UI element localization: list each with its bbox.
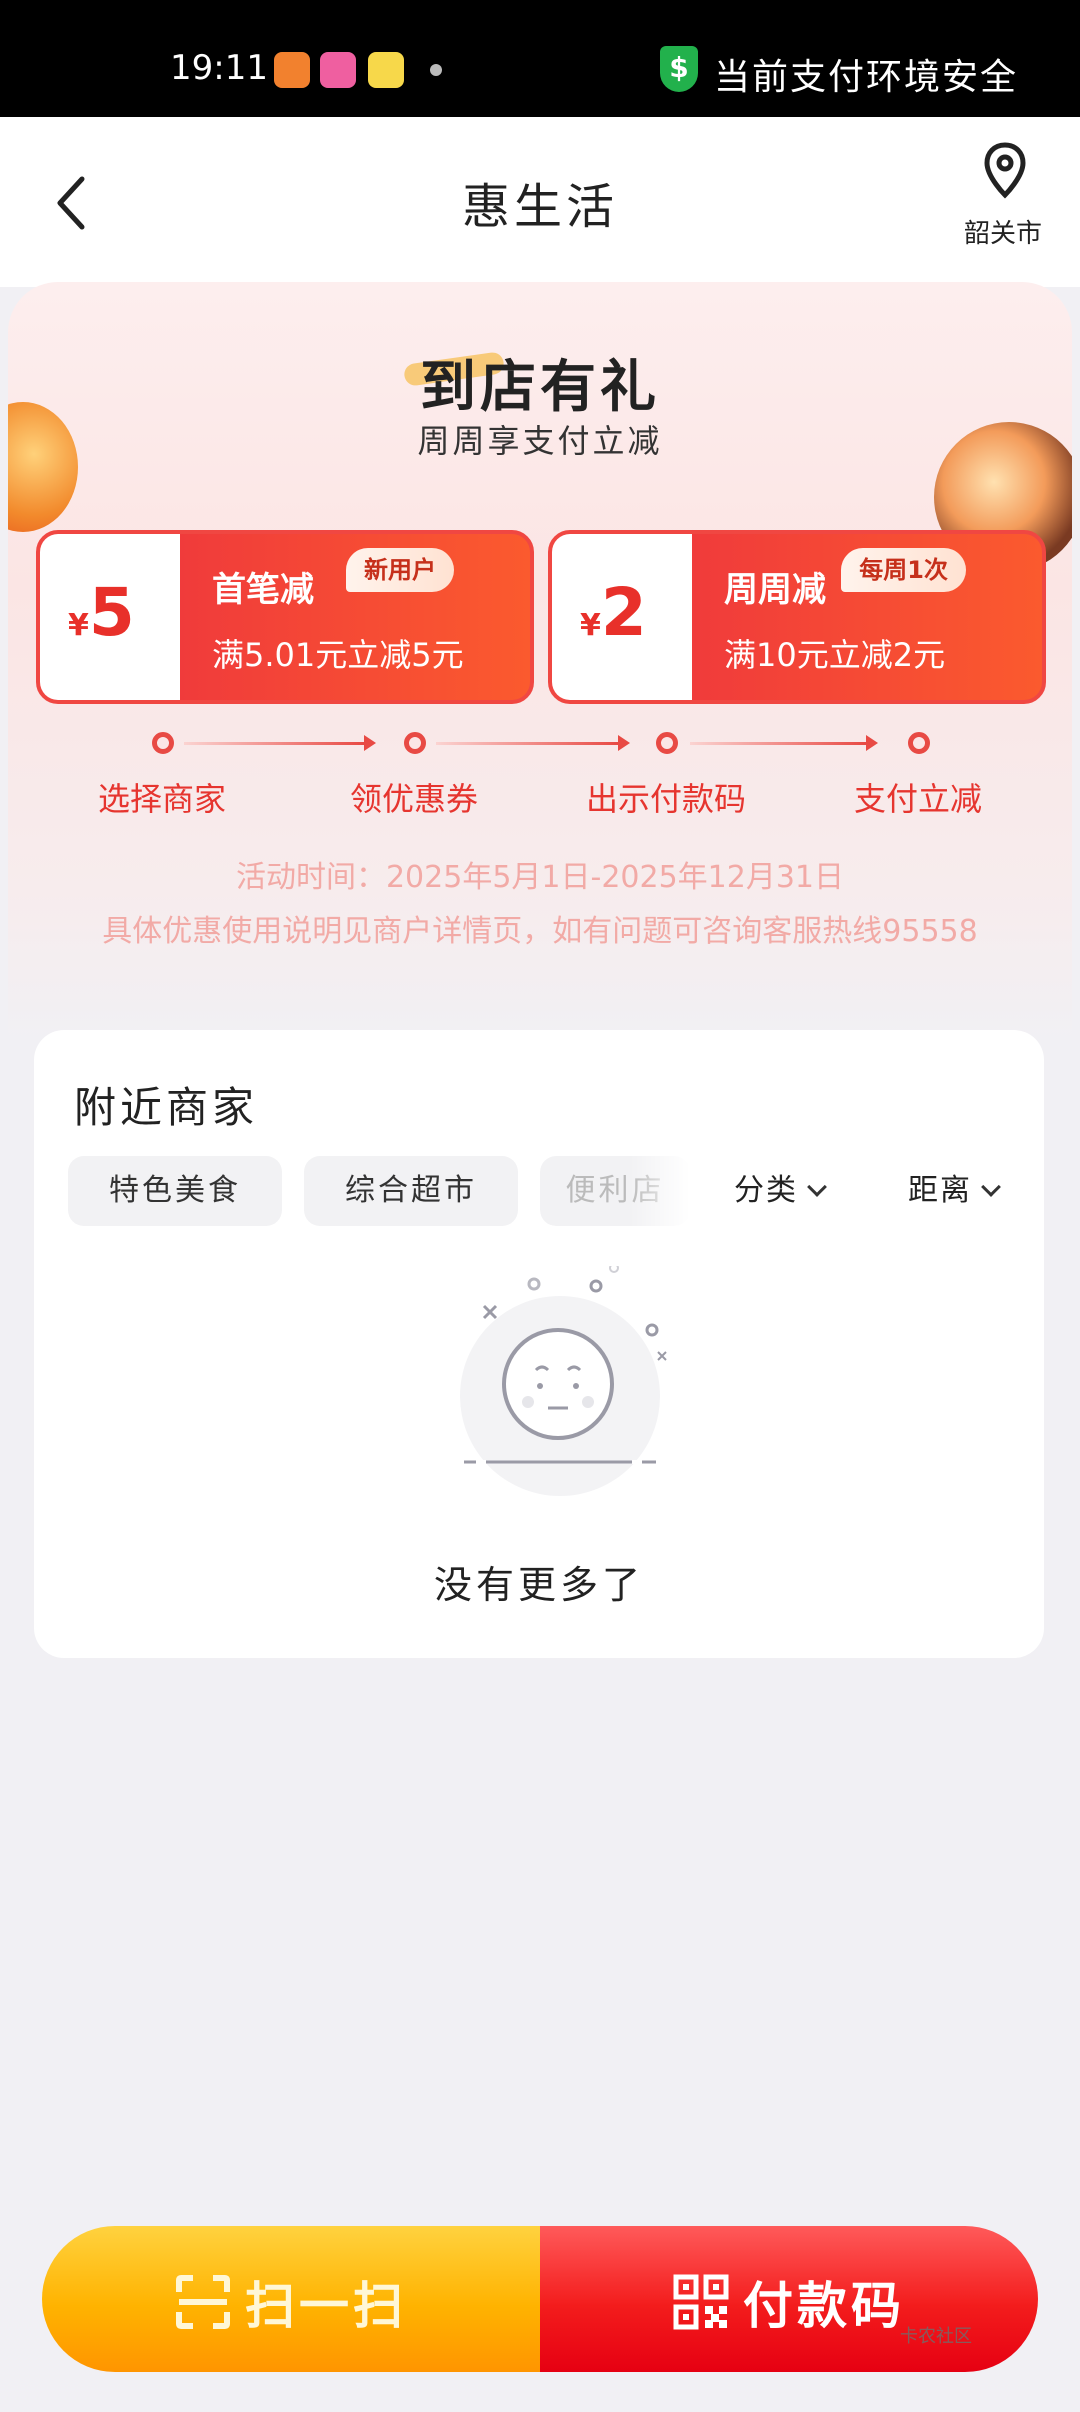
sad-face-empty-icon [460, 1266, 667, 1496]
activity-notice: 具体优惠使用说明见商户详情页，如有问题可咨询客服热线95558 [102, 914, 978, 949]
coupon-info-panel: 首笔减 新用户 满5.01元立减5元 [180, 534, 530, 700]
step-line [184, 742, 364, 745]
watermark: 卡农社区 [900, 2326, 972, 2347]
coupon-desc: 满5.01元立减5元 [212, 636, 464, 674]
step-dot [404, 732, 426, 754]
location-city[interactable]: 韶关市 [964, 213, 1042, 250]
step-dot [908, 732, 930, 754]
payment-code-label: 付款码 [743, 2277, 905, 2335]
coupon-amount: ¥5 [68, 574, 135, 651]
chip-supermarket[interactable]: 综合超市 [304, 1156, 518, 1226]
coupon-info-panel: 周周减 每周1次 满10元立减2元 [692, 534, 1042, 700]
banner-subtitle: 周周享支付立减 [417, 422, 663, 460]
step-arrow-icon [618, 735, 630, 751]
status-bar: 19:11 $ 当前支付环境安全 [0, 0, 1080, 117]
chip-special-food[interactable]: 特色美食 [68, 1156, 282, 1226]
coupon-title: 首笔减 [212, 570, 314, 610]
coupon-title: 周周减 [724, 570, 826, 610]
coupon-desc: 满10元立减2元 [724, 636, 946, 674]
payment-code-button[interactable]: 付款码 [540, 2226, 1038, 2372]
bottom-action-bar: 扫一扫 付款码 [42, 2226, 1038, 2372]
banner-title: 到店有礼 [420, 355, 660, 420]
coupon-tag: 每周1次 [841, 548, 966, 592]
step-label: 支付立减 [853, 780, 983, 818]
status-time: 19:11 [170, 48, 268, 88]
chip-convenience-store[interactable]: 便利店 [540, 1156, 690, 1226]
nearby-title: 附近商家 [74, 1083, 259, 1132]
scan-label: 扫一扫 [245, 2277, 407, 2335]
step-label: 出示付款码 [585, 780, 747, 818]
step-dot [656, 732, 678, 754]
page-header: 惠生活 韶关市 [0, 117, 1080, 287]
distance-dropdown[interactable]: 距离 [908, 1156, 1001, 1226]
step-arrow-icon [866, 735, 878, 751]
activity-time: 活动时间：2025年5月1日-2025年12月31日 [235, 860, 845, 895]
promo-banner: 到店有礼 周周享支付立减 ¥5 首笔减 新用户 满5.01元立减5元 ¥2 周周… [8, 282, 1072, 1042]
coupon-weekly[interactable]: ¥2 周周减 每周1次 满10元立减2元 [548, 530, 1046, 704]
step-label: 选择商家 [97, 780, 227, 818]
step-arrow-icon [364, 735, 376, 751]
qr-code-icon [673, 2274, 729, 2330]
shield-dollar-icon: $ [660, 46, 698, 92]
coupon-first-order[interactable]: ¥5 首笔减 新用户 满5.01元立减5元 [36, 530, 534, 704]
empty-state-text: 没有更多了 [433, 1563, 644, 1607]
coupon-amount-panel: ¥2 [552, 534, 708, 700]
category-dropdown[interactable]: 分类 [734, 1156, 827, 1226]
step-dot [152, 732, 174, 754]
step-line [436, 742, 618, 745]
nearby-merchants-card: 附近商家 特色美食 综合超市 便利店 分类 距离 没有更多了 [34, 1030, 1044, 1658]
chevron-down-icon [807, 1177, 827, 1197]
step-line [690, 742, 866, 745]
page-title: 惠生活 [461, 179, 618, 235]
scan-icon [176, 2275, 230, 2329]
scan-button[interactable]: 扫一扫 [42, 2226, 540, 2372]
coupon-tag: 新用户 [346, 548, 454, 592]
notification-video-icon [368, 52, 404, 88]
usage-steps: 选择商家 领优惠券 出示付款码 支付立减 [8, 732, 1072, 832]
notification-app-icon [274, 52, 310, 88]
notification-bilibili-icon [320, 52, 356, 88]
location-pin-icon[interactable] [982, 141, 1028, 201]
coupon-amount-panel: ¥5 [40, 534, 196, 700]
coupon-amount: ¥2 [580, 574, 647, 651]
more-notifications-dot [430, 64, 442, 76]
payment-security-text: 当前支付环境安全 [714, 57, 1019, 98]
step-label: 领优惠券 [349, 780, 479, 818]
chevron-down-icon [981, 1177, 1001, 1197]
